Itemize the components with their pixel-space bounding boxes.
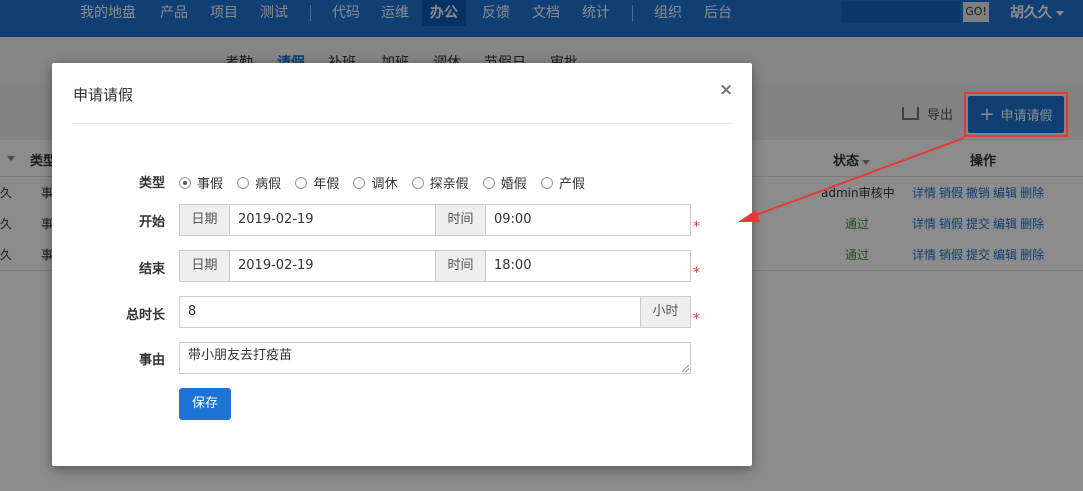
annotation-arrow-icon <box>738 137 965 222</box>
